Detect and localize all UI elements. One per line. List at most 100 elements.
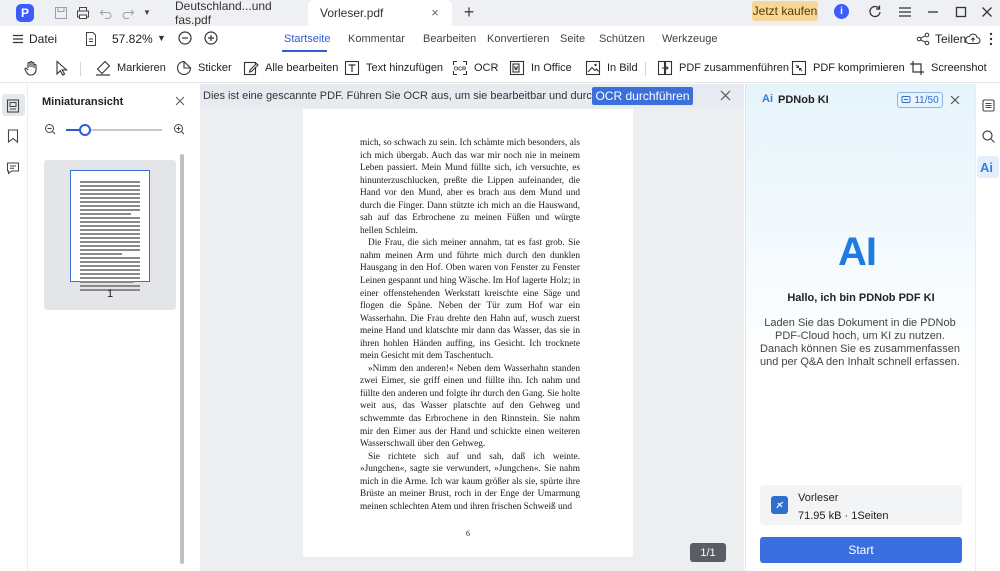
start-button[interactable]: Start bbox=[760, 537, 962, 563]
ai-usage-count: 11/50 bbox=[914, 94, 939, 106]
thumbnail-text-line bbox=[80, 253, 122, 255]
redo-icon[interactable] bbox=[120, 5, 136, 21]
print-icon[interactable] bbox=[75, 5, 91, 21]
thumbnail-scrollbar[interactable] bbox=[180, 154, 184, 564]
share-label: Teilen bbox=[935, 32, 967, 46]
add-text-button[interactable]: Text hinzufügen bbox=[343, 58, 443, 78]
thumbnail-text-line bbox=[80, 201, 140, 203]
sticker-button[interactable]: Sticker bbox=[175, 58, 232, 78]
screenshot-label: Screenshot bbox=[931, 62, 987, 74]
tab-bearbeiten[interactable]: Bearbeiten bbox=[423, 33, 476, 45]
search-icon[interactable] bbox=[981, 129, 996, 144]
highlight-label: Markieren bbox=[117, 62, 166, 74]
thumbnail-zoom-in-icon[interactable] bbox=[173, 123, 185, 135]
tab-schuetzen[interactable]: Schützen bbox=[599, 33, 645, 45]
compress-icon bbox=[791, 60, 807, 76]
close-tab-icon[interactable]: × bbox=[428, 6, 442, 20]
bookmark-icon[interactable] bbox=[5, 128, 21, 144]
thumbnail-text-line bbox=[80, 217, 140, 219]
run-ocr-button[interactable]: OCR durchführen bbox=[592, 87, 693, 105]
cursor-icon bbox=[56, 60, 68, 76]
select-tool-button[interactable] bbox=[53, 58, 71, 78]
comments-icon[interactable] bbox=[5, 160, 21, 176]
ai-logo-icon: Ai bbox=[762, 93, 773, 105]
thumbnails-icon[interactable] bbox=[5, 98, 21, 114]
thumbnail-text-line bbox=[80, 185, 140, 187]
ocr-button[interactable]: OCR OCR bbox=[451, 58, 498, 78]
ai-usage-badge: 11/50 bbox=[897, 92, 943, 108]
highlight-button[interactable]: Markieren bbox=[94, 58, 166, 78]
hamburger-icon bbox=[12, 33, 24, 45]
tab-werkzeuge[interactable]: Werkzeuge bbox=[662, 33, 717, 45]
tab-konvertieren[interactable]: Konvertieren bbox=[487, 33, 549, 45]
thumbnail-zoom-slider-handle[interactable] bbox=[79, 124, 92, 136]
thumbnail-text-line bbox=[80, 285, 140, 287]
hand-tool-button[interactable] bbox=[22, 58, 40, 78]
new-tab-button[interactable]: + bbox=[460, 3, 478, 21]
page-thumbnail[interactable]: 1 bbox=[44, 160, 176, 310]
paragraph: »Nimm den anderen!« Neben dem Wasserhahn… bbox=[360, 363, 580, 450]
menu-icon[interactable] bbox=[896, 3, 914, 21]
compress-pdf-label: PDF komprimieren bbox=[813, 62, 905, 74]
compress-pdf-button[interactable]: PDF komprimieren bbox=[790, 58, 905, 78]
ai-brand-logo: AI bbox=[838, 230, 877, 274]
toolbar-divider bbox=[80, 62, 81, 76]
undo-icon[interactable] bbox=[98, 5, 114, 21]
zoom-in-icon[interactable] bbox=[203, 30, 219, 46]
zoom-dropdown-icon[interactable]: ▼ bbox=[157, 33, 166, 43]
to-image-icon bbox=[585, 60, 601, 76]
ai-assistant-panel: Ai PDNob KI 11/50 AI Hallo, ich bin PDNo… bbox=[745, 84, 975, 571]
tab-kommentar[interactable]: Kommentar bbox=[348, 33, 405, 45]
buy-now-button[interactable]: Jetzt kaufen bbox=[752, 1, 818, 21]
maximize-icon[interactable] bbox=[952, 3, 970, 21]
properties-icon[interactable] bbox=[981, 98, 996, 113]
sticker-label: Sticker bbox=[198, 62, 232, 74]
tab-seite[interactable]: Seite bbox=[560, 33, 585, 45]
file-menu-button[interactable]: Datei bbox=[12, 32, 57, 46]
close-panel-icon[interactable] bbox=[175, 96, 185, 106]
page-view-icon[interactable] bbox=[84, 31, 98, 47]
info-icon[interactable]: i bbox=[834, 4, 849, 19]
feedback-icon[interactable] bbox=[866, 3, 884, 21]
pdf-page[interactable]: mich, so schwach zu sein. Ich schämte mi… bbox=[303, 109, 633, 557]
save-icon[interactable] bbox=[53, 5, 69, 21]
page-number: 6 bbox=[466, 529, 470, 538]
ai-assistant-icon[interactable]: Ai bbox=[980, 160, 993, 175]
more-options-icon[interactable] bbox=[986, 31, 996, 47]
share-button[interactable]: Teilen bbox=[916, 32, 966, 46]
thumbnail-text-line bbox=[80, 245, 140, 247]
to-office-button[interactable]: In Office bbox=[508, 58, 572, 78]
ocr-label: OCR bbox=[474, 62, 499, 74]
screenshot-button[interactable]: Screenshot bbox=[908, 58, 987, 78]
quick-access-dropdown-icon[interactable]: ▼ bbox=[143, 5, 159, 21]
to-office-label: In Office bbox=[531, 62, 572, 74]
chat-icon bbox=[901, 95, 911, 105]
highlighter-icon bbox=[96, 60, 111, 76]
tab-deutschland[interactable]: Deutschland...und fas.pdf bbox=[163, 0, 308, 27]
zoom-level[interactable]: 57.82% bbox=[112, 32, 153, 46]
app-logo[interactable]: P bbox=[16, 4, 34, 22]
tab-vorleser[interactable]: Vorleser.pdf × bbox=[308, 0, 452, 26]
cloud-upload-icon[interactable] bbox=[965, 31, 981, 47]
right-sidebar-rail: Ai bbox=[975, 84, 1000, 571]
thumbnail-text-line bbox=[80, 257, 140, 259]
thumbnail-zoom-out-icon[interactable] bbox=[44, 123, 56, 135]
to-image-button[interactable]: In Bild bbox=[584, 58, 638, 78]
close-banner-icon[interactable] bbox=[720, 90, 731, 101]
edit-all-button[interactable]: Alle bearbeiten bbox=[242, 58, 338, 78]
tab-startseite[interactable]: Startseite bbox=[284, 33, 330, 45]
paragraph: Sie richtete sich auf und sah, daß ich w… bbox=[360, 451, 580, 512]
minimize-icon[interactable] bbox=[924, 3, 942, 21]
close-window-icon[interactable] bbox=[978, 3, 996, 21]
zoom-out-icon[interactable] bbox=[177, 30, 193, 46]
thumbnail-text-line bbox=[80, 281, 134, 283]
document-file-card: Vorleser 71.95 kB · 1Seiten bbox=[760, 485, 962, 525]
menu-bar: Datei 57.82% ▼ Startseite Kommentar Bear… bbox=[0, 26, 1000, 53]
close-ai-panel-icon[interactable] bbox=[950, 95, 960, 105]
toolbar: Markieren Sticker Alle bearbeiten Text h… bbox=[0, 53, 1000, 83]
ai-description: Laden Sie das Dokument in die PDNob PDF-… bbox=[760, 317, 960, 368]
thumbnail-text-line bbox=[80, 261, 140, 263]
file-menu-label: Datei bbox=[29, 32, 58, 46]
merge-pdf-button[interactable]: PDF zusammenführen bbox=[656, 58, 789, 78]
thumbnail-text-line bbox=[80, 273, 140, 275]
